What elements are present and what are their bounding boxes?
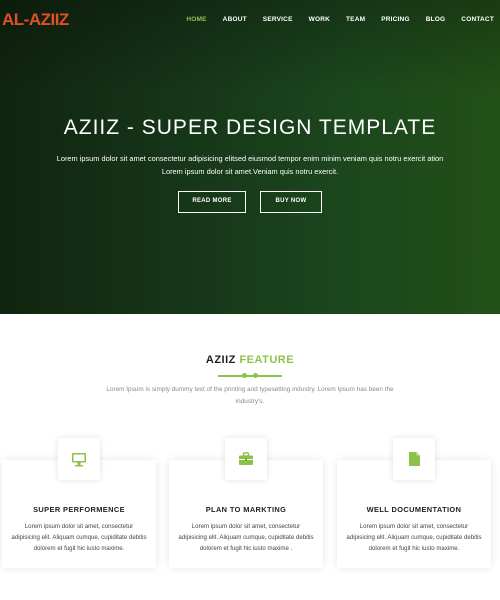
divider-dot	[253, 373, 258, 378]
nav-item-home[interactable]: HOME	[186, 16, 206, 23]
feature-section-title: AZIIZ FEATURE	[0, 354, 500, 366]
divider-line	[218, 375, 282, 377]
monitor-icon	[58, 438, 100, 480]
nav-item-team[interactable]: TEAM	[346, 16, 365, 23]
main-nav: HOME ABOUT SERVICE WORK TEAM PRICING BLO…	[170, 16, 494, 23]
hero-subtitle: Lorem ipsum dolor sit amet consectetur a…	[56, 154, 444, 176]
nav-item-about[interactable]: ABOUT	[223, 16, 247, 23]
site-logo[interactable]: AL-AZIIZ	[2, 10, 69, 30]
feature-title-main: AZIIZ	[205, 354, 236, 366]
briefcase-icon	[225, 438, 267, 480]
title-divider	[218, 372, 282, 380]
hero-buttons: READ MORE BUY NOW	[0, 191, 500, 213]
feature-title-accent: FEATURE	[239, 354, 295, 366]
card-title: WELL DOCUMENTATION	[366, 505, 462, 514]
feature-card-documentation: WELL DOCUMENTATION Lorem ipsum dolor sit…	[337, 438, 491, 568]
card-text: Lorem ipsum dolor sit amet, consectetur …	[346, 523, 482, 552]
nav-item-blog[interactable]: BLOG	[426, 16, 446, 23]
feature-card-performance: SUPER PERFORMENCE Lorem ipsum dolor sit …	[2, 438, 156, 568]
divider-dot	[242, 373, 247, 378]
feature-card-marketing: PLAN TO MARKTING Lorem ipsum dolor sit a…	[169, 438, 323, 568]
hero-section: AL-AZIIZ HOME ABOUT SERVICE WORK TEAM PR…	[0, 0, 500, 314]
document-icon	[393, 438, 435, 480]
read-more-button[interactable]: READ MORE	[178, 191, 246, 213]
card-text: Lorem ipsum dolor sit amet, consectetur …	[11, 523, 147, 552]
nav-item-pricing[interactable]: PRICING	[381, 16, 410, 23]
feature-description: Lorem Ipsum is simply dummy text of the …	[106, 386, 394, 405]
buy-now-button[interactable]: BUY NOW	[260, 191, 322, 213]
card-title: SUPER PERFORMENCE	[33, 505, 125, 514]
nav-item-service[interactable]: SERVICE	[263, 16, 293, 23]
nav-item-work[interactable]: WORK	[309, 16, 330, 23]
card-title: PLAN TO MARKTING	[205, 505, 287, 514]
hero-title: AZIIZ - SUPER DESIGN TEMPLATE	[63, 116, 437, 139]
nav-item-contact[interactable]: CONTACT	[461, 16, 494, 23]
card-text: Lorem ipsum dolor sit amet, consectetur …	[178, 523, 314, 552]
